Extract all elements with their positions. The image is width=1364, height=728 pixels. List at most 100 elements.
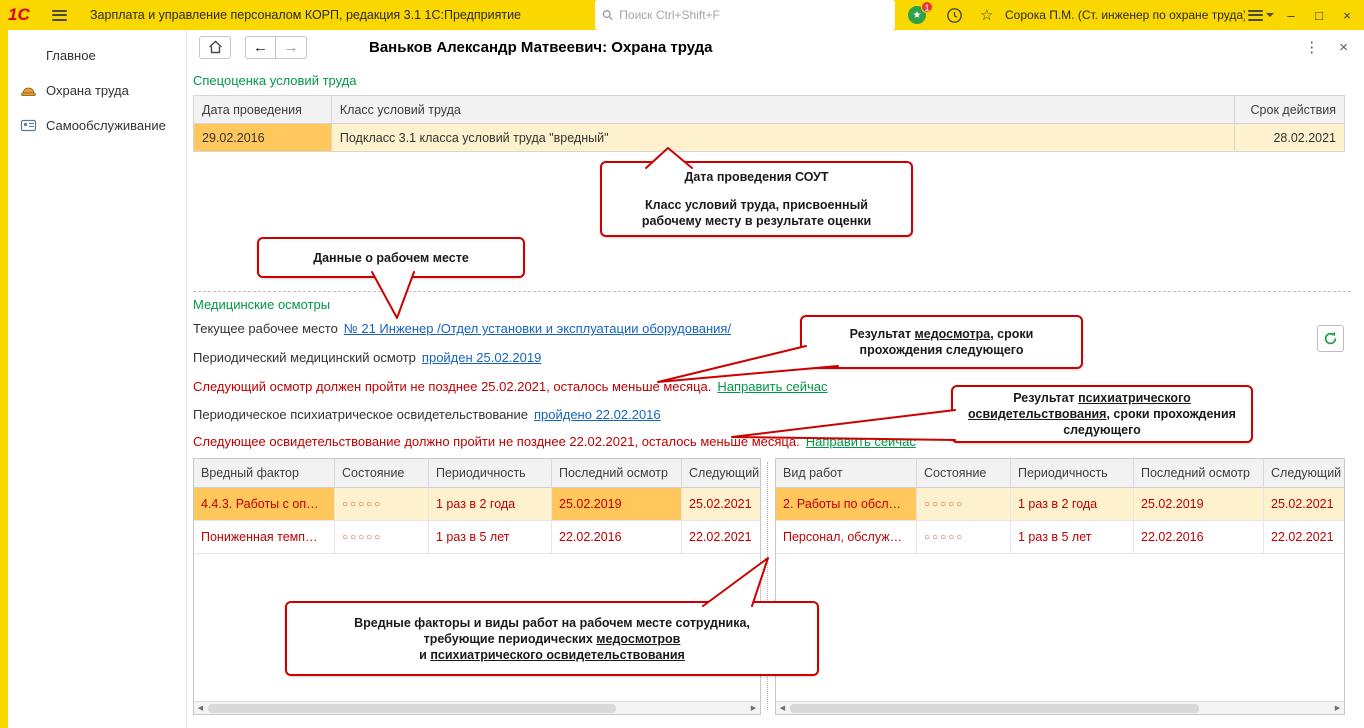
column-header[interactable]: Класс условий труда [331,96,1236,124]
notification-icon: ★ 1 [908,1,933,24]
column-header[interactable]: Вид работ [776,459,917,487]
table-row[interactable]: Персонал, обслуж… ○○○○○ 1 раз в 5 лет 22… [776,521,1344,554]
favorites-button[interactable]: ☆ [980,0,993,30]
home-button[interactable] [199,35,231,59]
factors-table: Вредный фактор Состояние Периодичность П… [193,458,761,715]
h-scrollbar[interactable]: ◀ ▶ [776,701,1344,714]
forward-button[interactable]: → [276,35,307,59]
sout-row[interactable]: 29.02.2016 Подкласс 3.1 класса условий т… [194,124,1345,152]
column-header[interactable]: Периодичность [1011,459,1134,487]
close-window-button[interactable]: × [1338,0,1356,30]
period-cell: 1 раз в 2 года [429,488,552,520]
h-scrollbar[interactable]: ◀ ▶ [194,701,760,714]
sout-valid-cell: 28.02.2021 [1235,124,1345,152]
scroll-left-icon[interactable]: ◀ [194,702,207,715]
more-menu-button[interactable]: ⋮ [1304,38,1319,56]
state-cell: ○○○○○ [335,521,429,553]
global-search[interactable] [595,0,895,30]
scroll-right-icon[interactable]: ▶ [1331,702,1344,715]
section-divider [193,291,1351,292]
sections-panel: Главное Охрана труда Самообслуживание [8,30,187,728]
last-exam-cell: 22.02.2016 [1134,521,1264,553]
state-dots-icon: ○○○○○ [924,531,965,543]
psych-result-link[interactable]: пройдено 22.02.2016 [534,407,661,422]
factor-name-cell: Пониженная темп… [194,521,335,553]
star-icon: ☆ [980,7,994,24]
column-header[interactable]: Срок действия [1235,96,1345,124]
badge-card-icon [20,117,37,134]
menu-icon [20,47,37,64]
table-row[interactable]: Пониженная темп… ○○○○○ 1 раз в 5 лет 22.… [194,521,760,554]
callout-text: прохождения следующего [859,343,1024,357]
sidebar-item-label: Самообслуживание [46,118,166,133]
table-row[interactable]: 4.4.3. Работы с оп… ○○○○○ 1 раз в 2 года… [194,488,760,521]
callout-sout: Дата проведения СОУТ Класс условий труда… [600,161,913,237]
callout-workplace: Данные о рабочем месте [257,237,525,278]
back-button[interactable]: ← [245,35,276,59]
column-header[interactable]: Дата проведения [194,96,332,124]
last-exam-cell: 25.02.2019 [1134,488,1264,520]
column-header[interactable]: Последний осмотр [1134,459,1264,487]
sidebar-item-main[interactable]: Главное [8,38,186,73]
app-title: Зарплата и управление персоналом КОРП, р… [90,8,522,22]
column-header[interactable]: Последний осмотр [552,459,682,487]
state-dots-icon: ○○○○○ [342,531,383,543]
form-toolbar: ← → Ваньков Александр Матвеевич: Охрана … [188,30,1364,64]
user-menu[interactable]: Сорока П.М. (Ст. инженер по охране труда… [1005,0,1245,30]
psych-label: Периодическое психиатрическое освидетель… [193,407,528,422]
scroll-right-icon[interactable]: ▶ [747,702,760,715]
callout-text: Вредные факторы и виды работ на рабочем … [354,615,750,630]
main-menu-button[interactable] [52,0,67,30]
psych-warning: Следующее освидетельствование должно про… [193,434,800,449]
scroll-left-icon[interactable]: ◀ [776,702,789,715]
workplace-link[interactable]: № 21 Инженер /Отдел установки и эксплуат… [344,321,731,336]
sidebar-item-selfservice[interactable]: Самообслуживание [8,108,186,143]
column-header[interactable]: Вредный фактор [194,459,335,487]
minimize-button[interactable]: – [1282,0,1300,30]
send-psych-link[interactable]: Направить сейчас [806,434,916,449]
helmet-icon [20,82,37,99]
sidebar-item-label: Охрана труда [46,83,129,98]
scrollbar-thumb[interactable] [208,703,616,713]
top-bar: 1С Зарплата и управление персоналом КОРП… [0,0,1364,30]
history-button[interactable] [946,0,963,30]
period-cell: 1 раз в 5 лет [429,521,552,553]
column-header[interactable]: Следующий [682,459,760,487]
next-exam-cell: 25.02.2021 [1264,488,1344,520]
callout-psych: Результат психиатрического освидетельств… [951,385,1253,443]
notification-badge: 1 [921,1,933,13]
maximize-button[interactable]: □ [1310,0,1328,30]
application-window: 1С Зарплата и управление персоналом КОРП… [0,0,1364,728]
column-header[interactable]: Следующий [1264,459,1344,487]
clock-icon [947,7,962,23]
section-title-medical: Медицинские осмотры [193,297,331,312]
refresh-button[interactable] [1317,325,1344,352]
sout-header-row: Дата проведения Класс условий труда Срок… [194,96,1345,124]
notifications-button[interactable]: ★ 1 [908,0,933,30]
close-form-button[interactable]: × [1339,39,1348,56]
callout-text: Класс условий труда, присвоенный [645,198,868,212]
exam-label: Периодический медицинский осмотр [193,350,416,365]
column-header[interactable]: Периодичность [429,459,552,487]
scrollbar-thumb[interactable] [790,703,1199,713]
send-exam-link[interactable]: Направить сейчас [717,379,827,394]
next-exam-cell: 25.02.2021 [682,488,760,520]
table-row[interactable]: 2. Работы по обсл… ○○○○○ 1 раз в 2 года … [776,488,1344,521]
callout-text: рабочему месту в результате оценки [641,214,872,228]
sidebar-item-ohrana-truda[interactable]: Охрана труда [8,73,186,108]
next-exam-cell: 22.02.2021 [1271,530,1334,544]
column-header[interactable]: Состояние [335,459,429,487]
panels-menu-button[interactable] [1248,0,1274,30]
callout-text: Данные о рабочем месте [313,250,469,265]
column-header[interactable]: Состояние [917,459,1011,487]
workplace-label: Текущее рабочее место [193,321,338,336]
state-cell: ○○○○○ [917,521,1011,553]
exam-result-link[interactable]: пройден 25.02.2019 [422,350,541,365]
sout-date-cell: 29.02.2016 [194,124,332,152]
home-icon [208,40,222,54]
callout-text: освидетельствования, сроки прохождения [968,407,1236,421]
callout-text: Результат медосмотра, сроки [849,327,1034,341]
last-exam-cell: 22.02.2016 [552,521,682,553]
search-input[interactable] [619,8,888,22]
factor-name-cell: 4.4.3. Работы с оп… [194,488,335,520]
